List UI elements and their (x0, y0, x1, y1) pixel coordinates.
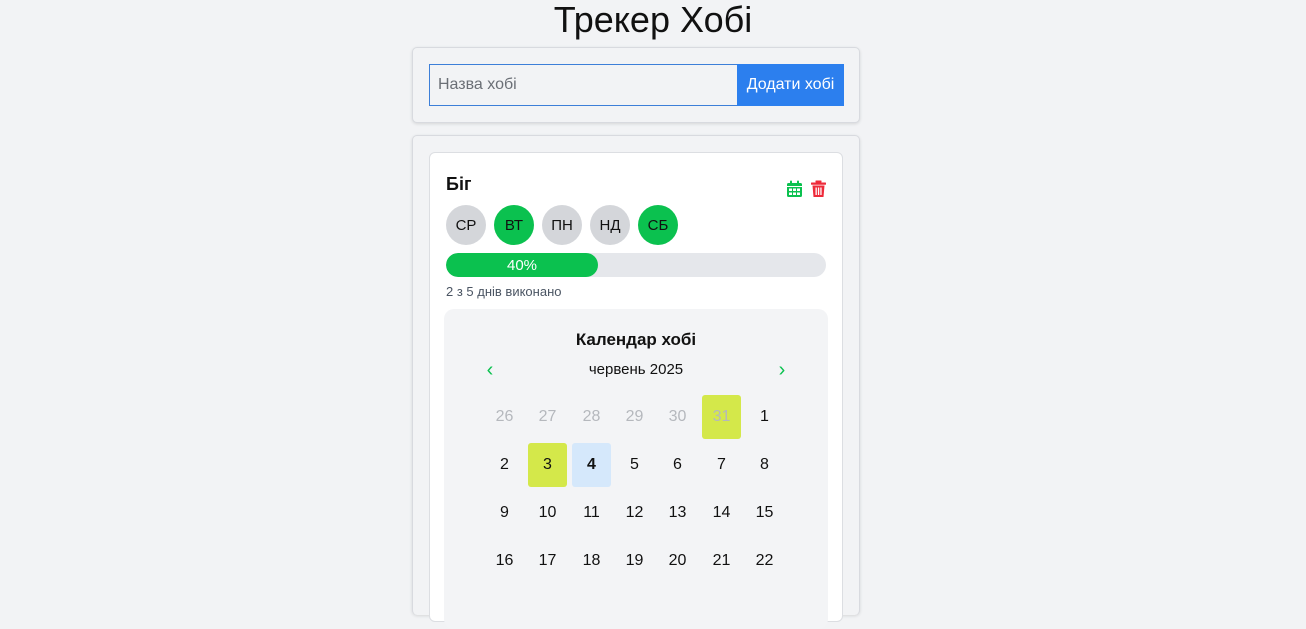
calendar-day[interactable]: 29 (615, 395, 654, 439)
calendar-day[interactable]: 8 (745, 443, 784, 487)
day-chip[interactable]: СР (446, 205, 486, 245)
hobby-list-panel: Біг СР ВТ ПН НД СБ 40% 2 з 5 днів викона… (412, 135, 860, 629)
day-chip[interactable]: ПН (542, 205, 582, 245)
calendar-day[interactable]: 31 (702, 395, 741, 439)
calendar-day[interactable]: 10 (528, 491, 567, 535)
day-chip[interactable]: СБ (638, 205, 678, 245)
calendar-day[interactable]: 21 (702, 539, 741, 583)
hobby-card: Біг СР ВТ ПН НД СБ 40% 2 з 5 днів викона… (429, 152, 843, 629)
calendar-day[interactable]: 12 (615, 491, 654, 535)
calendar-day[interactable]: 22 (745, 539, 784, 583)
day-chip[interactable]: НД (590, 205, 630, 245)
calendar-day[interactable]: 13 (658, 491, 697, 535)
calendar-day[interactable]: 4 (572, 443, 611, 487)
hobby-calendar: Календар хобі ‹ червень 2025 › 26 27 28 29 3… (444, 309, 828, 629)
hobby-name-input[interactable] (429, 64, 737, 106)
calendar-day[interactable]: 5 (615, 443, 654, 487)
calendar-day[interactable]: 2 (485, 443, 524, 487)
calendar-day[interactable]: 26 (485, 395, 524, 439)
trash-icon[interactable] (810, 180, 827, 198)
calendar-day[interactable]: 9 (485, 491, 524, 535)
progress-label: 40% (506, 256, 538, 274)
progress-text: 2 з 5 днів виконано (446, 284, 562, 299)
add-hobby-panel: Додати хобі (412, 47, 860, 123)
calendar-day[interactable]: 7 (702, 443, 741, 487)
calendar-day[interactable]: 18 (572, 539, 611, 583)
calendar-icon[interactable] (786, 180, 803, 198)
day-chip[interactable]: ВТ (494, 205, 534, 245)
calendar-day[interactable]: 28 (572, 395, 611, 439)
progress-bar: 40% (446, 253, 826, 277)
calendar-day[interactable]: 1 (745, 395, 784, 439)
progress-fill: 40% (446, 253, 598, 277)
calendar-day[interactable]: 11 (572, 491, 611, 535)
calendar-day[interactable]: 3 (528, 443, 567, 487)
calendar-day[interactable]: 14 (702, 491, 741, 535)
calendar-day[interactable]: 17 (528, 539, 567, 583)
calendar-day[interactable]: 6 (658, 443, 697, 487)
calendar-day[interactable]: 19 (615, 539, 654, 583)
calendar-day[interactable]: 20 (658, 539, 697, 583)
hobby-name: Біг (446, 174, 472, 194)
calendar-grid: 26 27 28 29 30 31 1 2 3 4 5 6 7 8 9 10 11 12 13 14 15 16 17 18 1… (444, 309, 828, 629)
calendar-day[interactable]: 30 (658, 395, 697, 439)
calendar-day[interactable]: 16 (485, 539, 524, 583)
calendar-day[interactable]: 27 (528, 395, 567, 439)
app-title: Трекер Хобі (553, 0, 753, 40)
calendar-day[interactable]: 15 (745, 491, 784, 535)
add-hobby-button[interactable]: Додати хобі (737, 64, 844, 106)
